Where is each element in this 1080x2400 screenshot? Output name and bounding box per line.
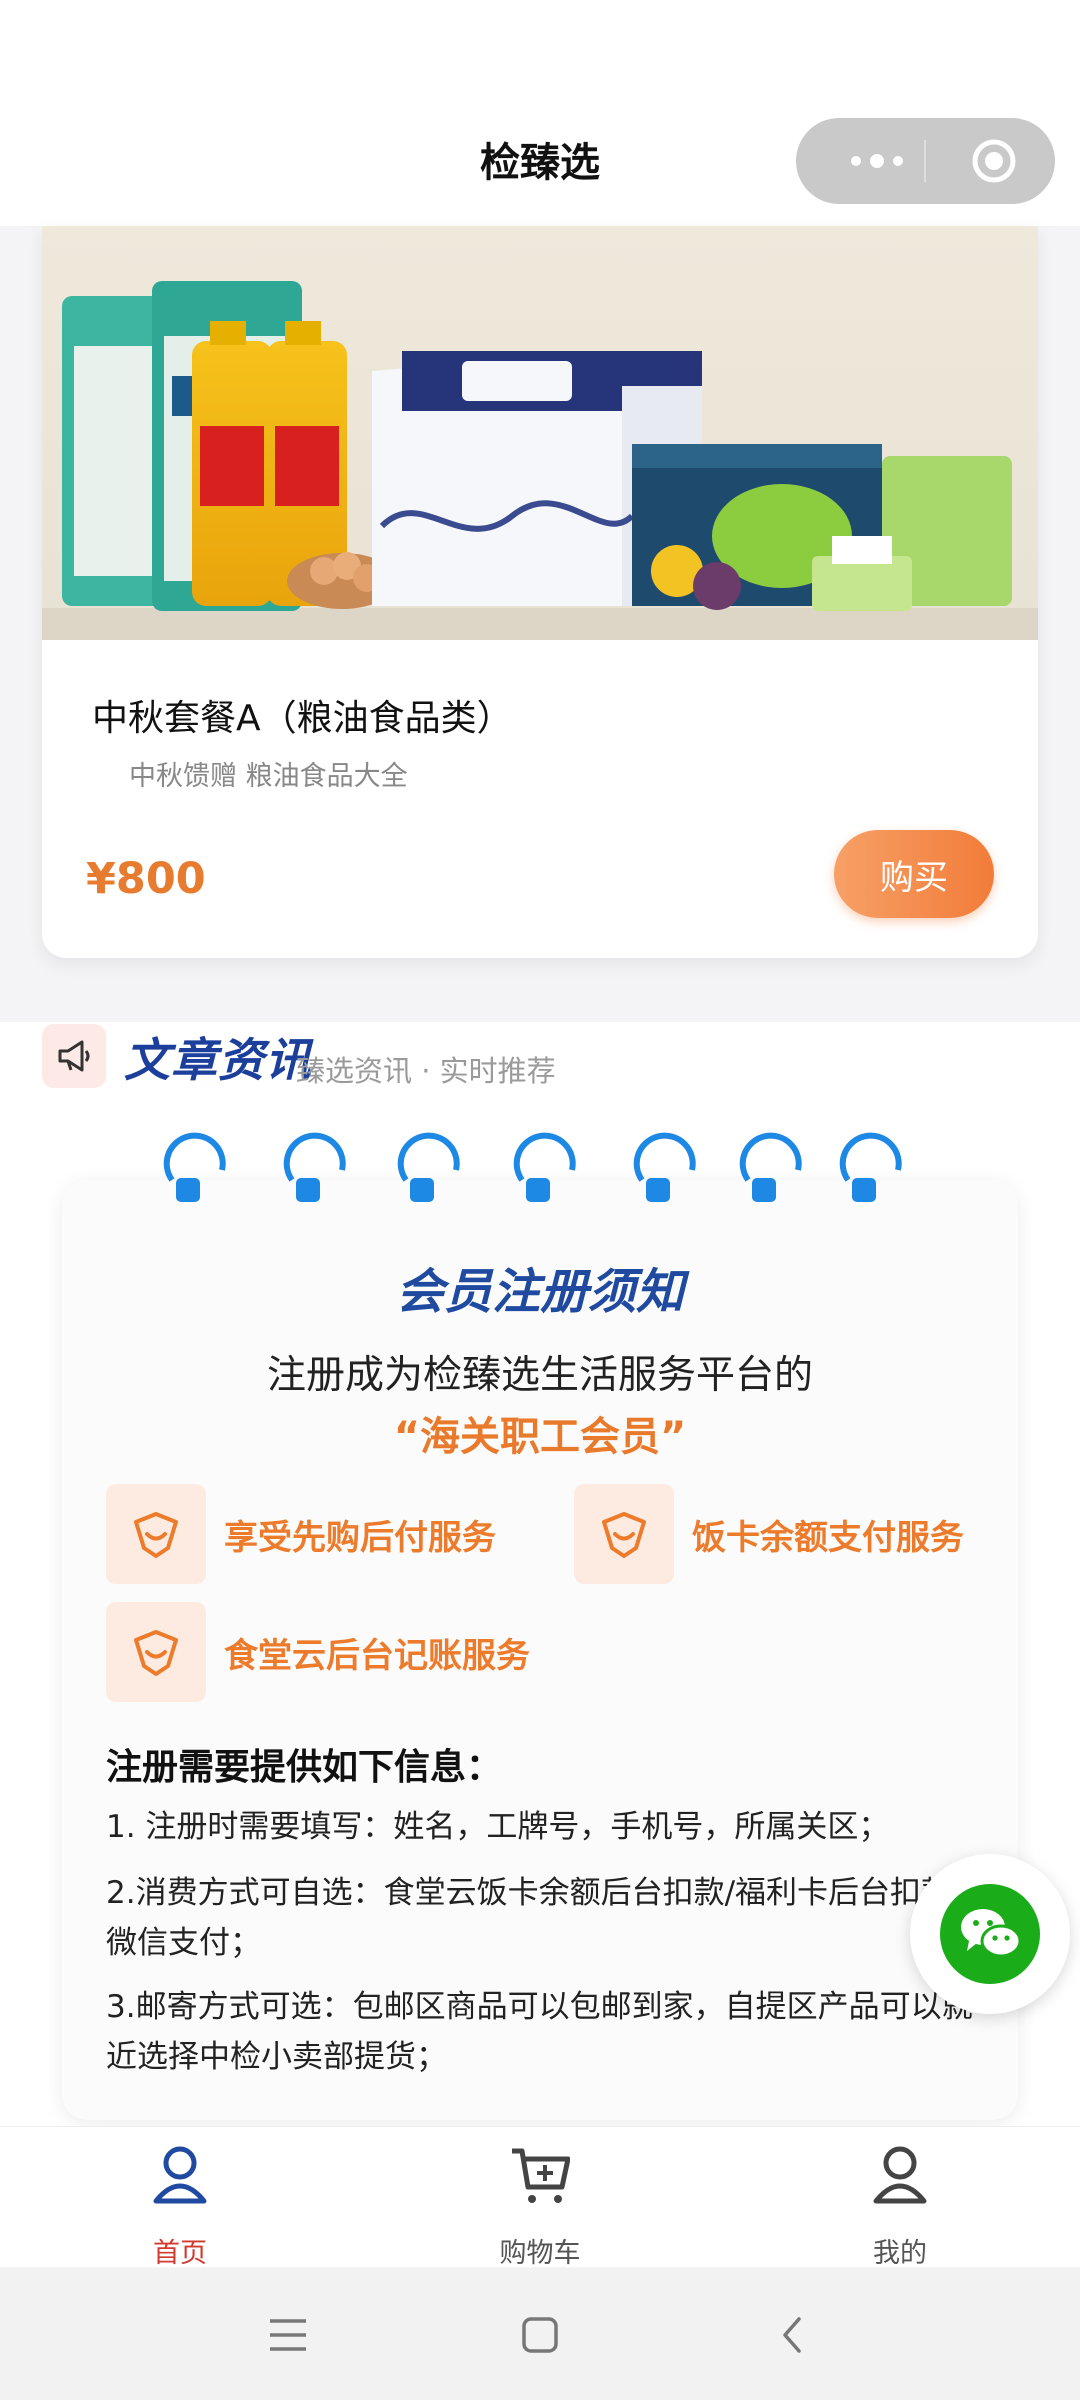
tab-home-label: 首页: [153, 2238, 207, 2269]
articles-subtitle: 臻选资讯 · 实时推荐: [296, 1054, 556, 1088]
cart-icon: [512, 2148, 570, 2203]
notice-member-type: “海关职工会员”: [393, 1414, 687, 1460]
benefit-label: 饭卡余额支付服务: [692, 1517, 964, 1558]
articles-title: 文章资讯: [124, 1033, 312, 1087]
tab-cart[interactable]: 购物车: [440, 2127, 640, 2269]
home-person-icon: [153, 2146, 207, 2204]
home-square-icon[interactable]: [510, 2308, 570, 2362]
requirements-title: 注册需要提供如下信息：: [106, 1747, 503, 1788]
product-name[interactable]: 中秋套餐A（粮油食品类）: [92, 689, 513, 741]
back-icon[interactable]: [762, 2308, 822, 2362]
mini-program-capsule: [796, 118, 1055, 204]
megaphone-icon: [42, 1024, 106, 1088]
capsule-divider: [924, 140, 926, 182]
heart-shield-icon: [106, 1484, 206, 1584]
nav-header: 检臻选: [0, 0, 1080, 226]
product-image[interactable]: [42, 226, 1038, 640]
heart-shield-icon: [574, 1484, 674, 1584]
product-card[interactable]: 中秋套餐A（粮油食品类） 中秋馈赠 粮油食品大全 ¥800 购买: [42, 226, 1038, 958]
tab-home[interactable]: 首页: [80, 2127, 280, 2269]
menu-icon[interactable]: [258, 2308, 318, 2362]
notice-title: 会员注册须知: [395, 1264, 684, 1320]
benefit-item: 食堂云后台记账服务: [106, 1602, 530, 1702]
benefit-item: 饭卡余额支付服务: [574, 1484, 964, 1584]
buy-button[interactable]: 购买: [834, 830, 994, 918]
tab-cart-label: 购物车: [499, 2238, 581, 2269]
benefit-label: 享受先购后付服务: [224, 1517, 496, 1558]
requirement-item: 3.邮寄方式可选：包邮区商品可以包邮到家，自提区产品可以就近选择中检小卖部提货；: [106, 1989, 973, 2075]
tab-profile[interactable]: 我的: [800, 2127, 1000, 2269]
heart-shield-icon: [106, 1602, 206, 1702]
product-price: ¥800: [86, 854, 206, 904]
benefit-item: 享受先购后付服务: [106, 1484, 496, 1584]
binder-rings-decoration: [163, 1132, 902, 1202]
benefit-label: 食堂云后台记账服务: [224, 1635, 530, 1676]
target-close-icon[interactable]: [970, 137, 1018, 185]
notice-intro: 注册成为检臻选生活服务平台的: [266, 1353, 813, 1398]
more-dots-icon[interactable]: [832, 118, 922, 204]
system-nav-bar: [0, 2268, 1080, 2400]
product-subtitle: 中秋馈赠 粮油食品大全: [129, 761, 408, 792]
requirement-item: 1. 注册时需要填写：姓名，工牌号，手机号，所属关区；: [106, 1809, 890, 1845]
tab-profile-label: 我的: [873, 2238, 927, 2269]
wechat-contact-button[interactable]: [910, 1854, 1070, 2014]
bottom-tab-bar: 首页 购物车 我的: [0, 2126, 1080, 2269]
profile-icon: [873, 2146, 927, 2204]
wechat-icon: [940, 1884, 1040, 1984]
requirement-item: 2.消费方式可自选：食堂云饭卡余额后台扣款/福利卡后台扣款/微信支付；: [106, 1875, 963, 1961]
